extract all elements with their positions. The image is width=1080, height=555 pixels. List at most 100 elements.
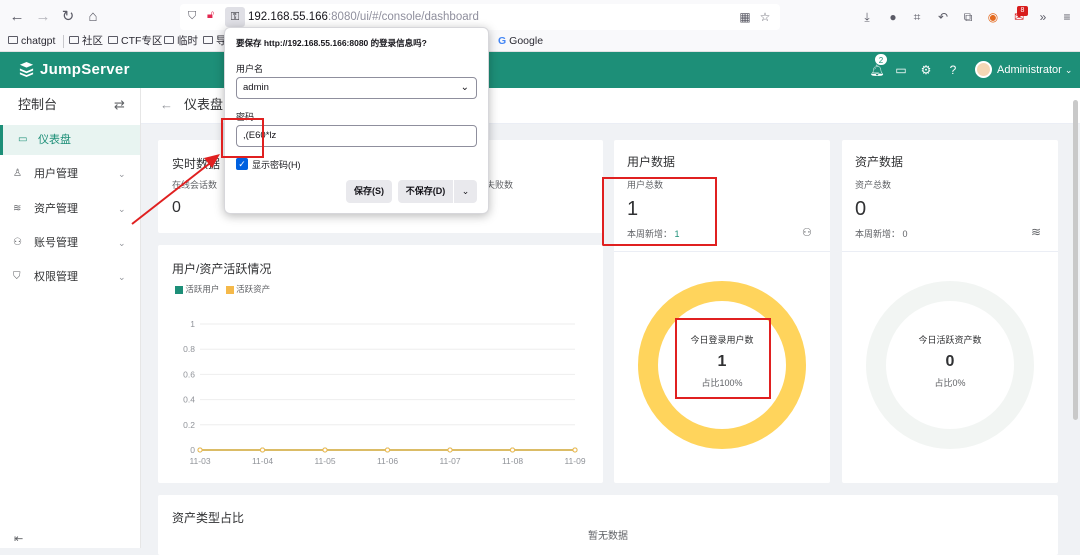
folder-icon <box>108 36 118 45</box>
page-scrollbar[interactable] <box>1073 100 1078 420</box>
data-point <box>510 447 515 453</box>
sidebar-item-dashboard[interactable]: ▭ 仪表盘 <box>0 125 140 155</box>
google-icon: G <box>498 35 507 47</box>
qr-code-icon[interactable]: ▦ <box>736 8 754 26</box>
key-icon[interactable]: ⚿ <box>225 7 245 27</box>
y-tick-label: 0.8 <box>183 344 195 354</box>
x-tick-label: 11-06 <box>377 456 398 466</box>
data-point <box>322 447 328 453</box>
back-arrow-icon[interactable]: ← <box>160 96 173 114</box>
y-tick-label: 0.6 <box>183 369 195 379</box>
account-icon: ⚇ <box>13 237 22 248</box>
sidebar-item-users[interactable]: ♙ 用户管理 ⌄ <box>0 159 140 189</box>
data-point <box>197 447 203 453</box>
save-button[interactable]: 保存(S) <box>346 180 392 203</box>
shield-icon[interactable]: ⛉ <box>188 10 200 24</box>
crop-icon[interactable]: ⌗ <box>908 8 926 26</box>
extension-badge: 8 <box>1017 6 1028 16</box>
avatar[interactable] <box>975 61 992 78</box>
users-icon: ♙ <box>13 168 22 179</box>
dont-save-button[interactable]: 不保存(D) <box>398 180 453 203</box>
activity-chart-title: 用户/资产活跃情况 <box>172 262 272 276</box>
brand-name[interactable]: JumpServer <box>40 58 130 82</box>
extensions-icon[interactable]: ⧉ <box>959 8 977 26</box>
home-icon[interactable]: ⌂ <box>82 6 104 28</box>
asset-total-label: 资产总数 <box>855 180 892 190</box>
asset-donut-ratio: 占比0% <box>934 378 966 388</box>
undo-icon[interactable]: ↶ <box>934 8 952 26</box>
bookmark-chatgpt[interactable]: chatgpt <box>8 33 55 49</box>
bookmark-community[interactable]: 社区 <box>69 33 103 49</box>
bookmark-star-icon[interactable]: ☆ <box>756 8 774 26</box>
sidebar-item-permissions[interactable]: ⛉ 权限管理 ⌄ <box>0 262 140 292</box>
bookmark-temp[interactable]: 临时 <box>164 33 198 49</box>
users-icon: ⚇ <box>802 227 812 239</box>
sidebar-title: 控制台 <box>18 97 58 112</box>
annotation-box <box>602 177 717 246</box>
bookmark-google[interactable]: G Google <box>498 33 543 49</box>
session-value: 0 <box>172 199 181 216</box>
chevron-down-icon: ⌄ <box>1064 65 1073 75</box>
dashboard-icon: ▭ <box>18 134 28 145</box>
asset-weekly-new: 本周新增： 0 <box>855 229 908 239</box>
reload-icon[interactable]: ↻ <box>57 6 79 28</box>
legend-swatch-assets <box>225 285 234 294</box>
asset-types-title: 资产类型占比 <box>172 511 245 525</box>
password-field[interactable]: ,(E60*lz <box>236 125 477 147</box>
card-divider <box>842 251 1058 252</box>
collapse-sidebar-icon[interactable]: ⇤ <box>14 532 23 545</box>
overflow-chevrons-icon[interactable]: » <box>1034 8 1052 26</box>
data-point <box>447 447 453 453</box>
session-label: 在线会话数 <box>172 180 218 190</box>
terminal-icon[interactable]: ▭ <box>893 62 909 78</box>
user-data-title: 用户数据 <box>627 155 676 169</box>
chevron-down-icon: ⌄ <box>118 204 126 214</box>
settings-gear-icon[interactable]: ⚙ <box>918 62 934 78</box>
folder-icon <box>203 36 213 45</box>
sidebar-item-assets[interactable]: ≋ 资产管理 ⌄ <box>0 194 140 224</box>
user-menu[interactable]: Administrator ⌄ <box>997 62 1072 78</box>
active-indicator <box>0 125 3 155</box>
card-divider <box>614 251 830 252</box>
chevron-down-icon[interactable]: ⌄ <box>461 78 469 98</box>
extension-circle-icon[interactable]: ● <box>884 8 902 26</box>
download-icon[interactable]: ⤓ <box>858 8 876 26</box>
url-text[interactable]: 192.168.55.166:8080/ui/#/console/dashboa… <box>248 6 479 28</box>
y-tick-label: 0 <box>190 445 195 455</box>
data-point <box>260 447 265 453</box>
username-field[interactable]: admin ⌄ <box>236 77 477 99</box>
username-label: 用户名 <box>236 64 264 74</box>
sidebar-switch-icon[interactable]: ⇄ <box>114 96 125 114</box>
bookmark-ctf[interactable]: CTF专区 <box>108 33 162 49</box>
show-password-checkbox[interactable]: ✓ <box>236 158 248 170</box>
sidebar <box>0 88 141 548</box>
notification-badge: 2 <box>874 53 888 66</box>
y-tick-label: 0.2 <box>183 420 195 430</box>
extension-red-icon[interactable]: ◉ <box>984 8 1002 26</box>
forward-icon[interactable]: → <box>32 6 54 28</box>
legend-swatch-users <box>175 285 183 294</box>
bookmark-nav[interactable]: 导 <box>203 33 227 49</box>
folder-icon <box>69 36 79 45</box>
chevron-down-icon: ⌄ <box>118 272 126 282</box>
back-icon[interactable]: ← <box>6 6 28 28</box>
stack-icon: ≋ <box>13 203 22 214</box>
annotation-box <box>221 118 264 158</box>
dialog-title: 要保存 http://192.168.55.166:8080 的登录信息吗? <box>236 38 427 48</box>
help-icon[interactable]: ? <box>945 62 961 78</box>
data-point <box>572 447 578 453</box>
data-point <box>385 447 390 453</box>
show-password-label: 显示密码(H) <box>252 160 301 170</box>
menu-icon[interactable]: ≡ <box>1058 8 1076 26</box>
x-tick-label: 11-03 <box>189 456 210 466</box>
sidebar-item-accounts[interactable]: ⚇ 账号管理 ⌄ <box>0 228 140 258</box>
chevron-down-icon: ⌄ <box>118 169 126 179</box>
activity-line-chart: 0 0.2 0.4 0.6 0.8 1 11-03 11-04 11-05 11-06 11-07 1… <box>183 319 586 466</box>
asset-types-card <box>158 495 1058 555</box>
shield-icon: ⛉ <box>13 271 21 282</box>
folder-icon <box>8 36 18 45</box>
dont-save-dropdown-icon[interactable]: ⌄ <box>454 180 477 203</box>
page-title: 仪表盘 <box>184 97 224 112</box>
insecure-lock-icon[interactable]: 🔓︎ <box>207 9 214 22</box>
empty-data-text: 暂无数据 <box>588 531 628 542</box>
